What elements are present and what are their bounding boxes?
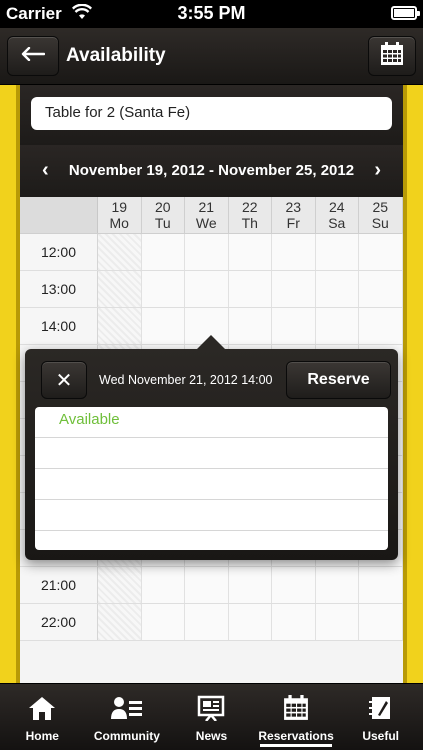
tab-useful[interactable]: Useful — [338, 684, 423, 750]
slot-cell[interactable] — [141, 234, 185, 270]
tab-reservations[interactable]: Reservations — [254, 684, 339, 750]
time-label: 22:00 — [20, 604, 98, 640]
reservation-popover: ✕ Wed November 21, 2012 14:00 Reserve Av… — [25, 335, 398, 560]
time-label: 21:00 — [20, 567, 98, 603]
close-button[interactable]: ✕ — [41, 361, 87, 399]
slot-cell — [98, 567, 142, 603]
slot-cell[interactable] — [359, 567, 403, 603]
calendar-button[interactable] — [368, 36, 416, 76]
time-row: 22:00 — [20, 604, 403, 641]
calendar-icon — [380, 41, 404, 71]
status-bar: Carrier 3:55 PM — [0, 0, 423, 28]
status-time: 3:55 PM — [177, 3, 246, 23]
slot-cell[interactable] — [228, 604, 272, 640]
useful-icon — [338, 695, 423, 723]
list-item — [35, 438, 388, 469]
slot-cell[interactable] — [315, 271, 359, 307]
slot-cell[interactable] — [185, 567, 229, 603]
time-label: 12:00 — [20, 234, 98, 270]
reservations-icon — [254, 695, 339, 723]
time-row: 21:00 — [20, 567, 403, 604]
slot-cell[interactable] — [228, 271, 272, 307]
table-selector[interactable]: Table for 2 (Santa Fe) — [31, 97, 392, 130]
slot-cell[interactable] — [141, 271, 185, 307]
slot-cell[interactable] — [272, 604, 316, 640]
home-icon — [0, 695, 85, 723]
slot-cell[interactable] — [141, 604, 185, 640]
filter-area: Table for 2 (Santa Fe) — [20, 85, 403, 145]
tab-home[interactable]: Home — [0, 684, 85, 750]
grid-header: 19 Mo 20 Tu 21 We 22 Th 23 Fr 24 Sa 25 Su — [20, 197, 403, 234]
slot-cell[interactable] — [359, 604, 403, 640]
close-icon: ✕ — [55, 369, 73, 392]
news-icon — [169, 695, 254, 723]
slot-cell[interactable] — [359, 308, 403, 344]
slot-cell[interactable] — [315, 234, 359, 270]
slot-cell[interactable] — [141, 308, 185, 344]
battery-icon — [391, 6, 420, 20]
week-navigator: ‹ November 19, 2012 - November 25, 2012 … — [20, 145, 403, 197]
tab-community[interactable]: Community — [85, 684, 170, 750]
list-item — [35, 469, 388, 500]
next-week-icon[interactable]: › — [374, 159, 381, 182]
day-header: 20 Tu — [142, 197, 185, 233]
slot-cell[interactable] — [359, 234, 403, 270]
list-item — [35, 531, 388, 550]
slot-cell — [98, 271, 142, 307]
selected-slot: Wed November 21, 2012 14:00 — [99, 373, 273, 387]
day-header: 21 We — [185, 197, 229, 233]
side-decor-right — [403, 85, 423, 683]
slot-cell[interactable] — [185, 271, 229, 307]
slot-cell — [98, 604, 142, 640]
community-icon — [85, 695, 170, 723]
slot-cell — [98, 234, 142, 270]
slot-cell[interactable] — [315, 604, 359, 640]
side-decor-left — [0, 85, 20, 683]
reserve-button[interactable]: Reserve — [286, 361, 391, 399]
day-header: 23 Fr — [272, 197, 316, 233]
list-item[interactable]: Available — [35, 407, 388, 438]
slot-cell[interactable] — [141, 567, 185, 603]
grid-corner — [20, 197, 98, 233]
week-range: November 19, 2012 - November 25, 2012 — [68, 162, 355, 179]
day-header: 24 Sa — [316, 197, 359, 233]
list-item — [35, 500, 388, 531]
nav-bar: Availability — [0, 28, 423, 85]
time-row: 13:00 — [20, 271, 403, 308]
slot-cell[interactable] — [272, 271, 316, 307]
slot-cell — [98, 308, 142, 344]
slot-cell[interactable] — [228, 308, 272, 344]
page-title: Availability — [66, 45, 166, 66]
slot-cell[interactable] — [315, 567, 359, 603]
popover-arrow — [197, 335, 225, 349]
back-button[interactable] — [7, 36, 59, 76]
slot-cell[interactable] — [228, 234, 272, 270]
slot-cell[interactable] — [185, 234, 229, 270]
slot-cell[interactable] — [315, 308, 359, 344]
time-label: 14:00 — [20, 308, 98, 344]
slot-cell[interactable] — [228, 567, 272, 603]
slot-cell[interactable] — [272, 567, 316, 603]
day-header: 25 Su — [359, 197, 403, 233]
slot-cell[interactable] — [359, 271, 403, 307]
day-header: 22 Th — [229, 197, 272, 233]
tab-bar: Home Community News Reservations Useful — [0, 683, 423, 750]
tab-news[interactable]: News — [169, 684, 254, 750]
time-label: 13:00 — [20, 271, 98, 307]
slot-list: Available — [35, 407, 388, 550]
slot-cell[interactable] — [272, 308, 316, 344]
slot-cell[interactable] — [185, 604, 229, 640]
time-row: 12:00 — [20, 234, 403, 271]
day-header: 19 Mo — [98, 197, 142, 233]
back-arrow-icon — [21, 46, 46, 66]
slot-cell[interactable] — [272, 234, 316, 270]
